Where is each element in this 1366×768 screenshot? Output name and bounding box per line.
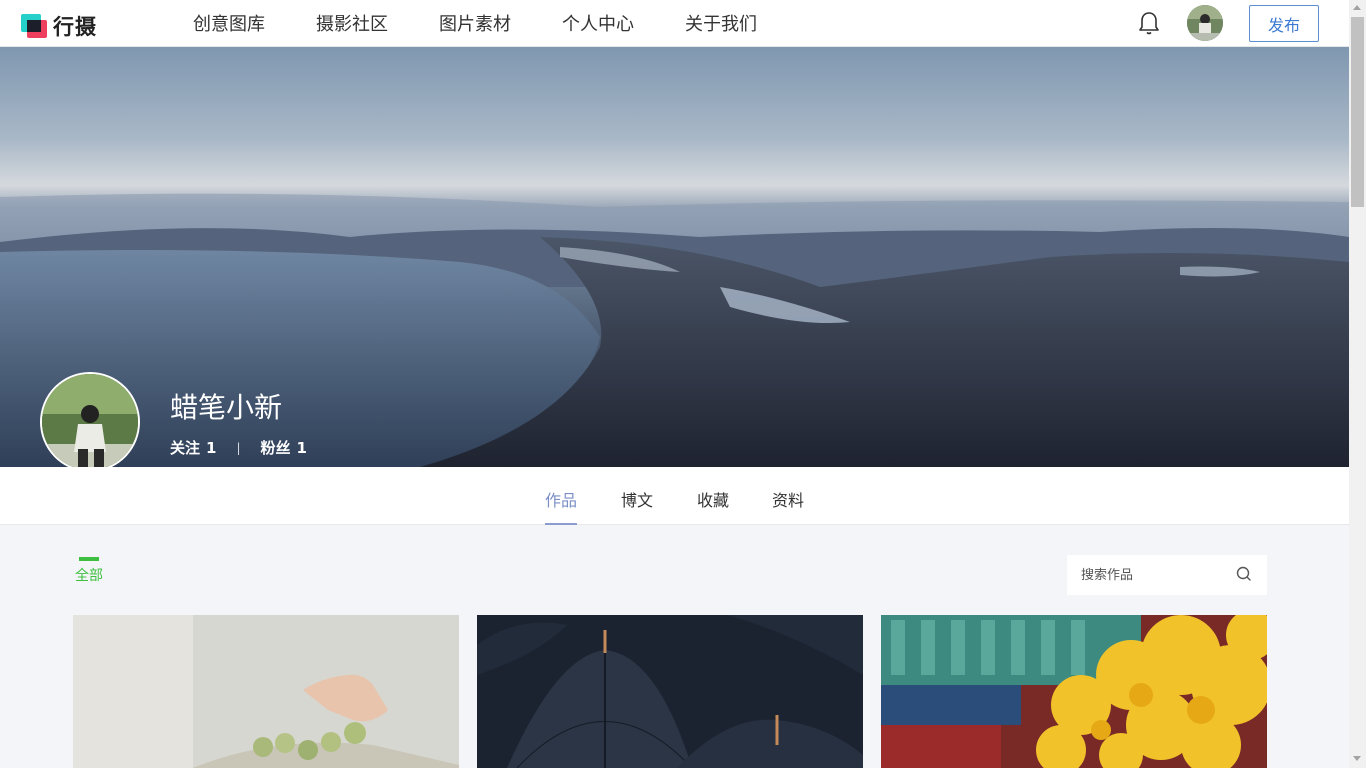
tab-profile-info[interactable]: 资料 — [772, 487, 804, 511]
following-count[interactable]: 1 — [206, 439, 216, 457]
search-box — [1067, 555, 1267, 595]
filter-active-indicator — [79, 557, 99, 561]
work-card-grapes[interactable] — [73, 615, 459, 768]
tab-favorites[interactable]: 收藏 — [697, 487, 729, 511]
page-scrollbar[interactable] — [1349, 0, 1366, 768]
profile-tabs: 作品 博文 收藏 资料 — [0, 467, 1349, 525]
tab-blog-posts[interactable]: 博文 — [621, 487, 653, 511]
work-card-umbrellas[interactable] — [477, 615, 863, 768]
profile-username: 蜡笔小新 — [170, 391, 283, 424]
nav-item-image-assets[interactable]: 图片素材 — [439, 10, 511, 36]
work-image-hand-grapes — [73, 615, 459, 768]
logo-icon — [21, 13, 47, 39]
nav-item-about-us[interactable]: 关于我们 — [685, 10, 757, 36]
work-card-ginkgo[interactable] — [881, 615, 1267, 768]
scroll-thumb[interactable] — [1351, 17, 1364, 207]
main-nav: 创意图库 摄影社区 图片素材 个人中心 关于我们 — [193, 0, 808, 46]
following-label[interactable]: 关注 — [170, 437, 200, 458]
top-header: 行摄 创意图库 摄影社区 图片素材 个人中心 关于我们 发布 — [0, 0, 1349, 47]
nav-item-creative-gallery[interactable]: 创意图库 — [193, 10, 265, 36]
followers-label[interactable]: 粉丝 — [261, 437, 291, 458]
scroll-up-arrow-icon[interactable] — [1353, 5, 1361, 10]
profile-banner: 蜡笔小新 关注 1 | 粉丝 1 — [0, 47, 1349, 467]
work-image-umbrellas — [477, 615, 863, 768]
tab-works[interactable]: 作品 — [545, 487, 577, 511]
nav-item-photo-community[interactable]: 摄影社区 — [316, 10, 388, 36]
filter-all[interactable]: 全部 — [75, 565, 103, 585]
publish-button[interactable]: 发布 — [1249, 5, 1319, 42]
work-image-ginkgo-roof — [881, 615, 1267, 768]
user-avatar[interactable] — [1187, 5, 1223, 41]
followers-count[interactable]: 1 — [297, 439, 307, 457]
bell-icon[interactable] — [1136, 10, 1162, 36]
stats-separator: | — [236, 440, 241, 455]
nav-item-personal-center[interactable]: 个人中心 — [562, 10, 634, 36]
active-tab-indicator — [545, 523, 577, 525]
profile-avatar[interactable] — [40, 372, 140, 467]
search-icon[interactable] — [1235, 565, 1253, 583]
scroll-down-arrow-icon[interactable] — [1353, 756, 1361, 761]
logo[interactable]: 行摄 — [21, 11, 97, 41]
search-input[interactable] — [1081, 555, 1231, 595]
logo-text: 行摄 — [53, 15, 97, 39]
profile-stats: 关注 1 | 粉丝 1 — [170, 437, 307, 458]
